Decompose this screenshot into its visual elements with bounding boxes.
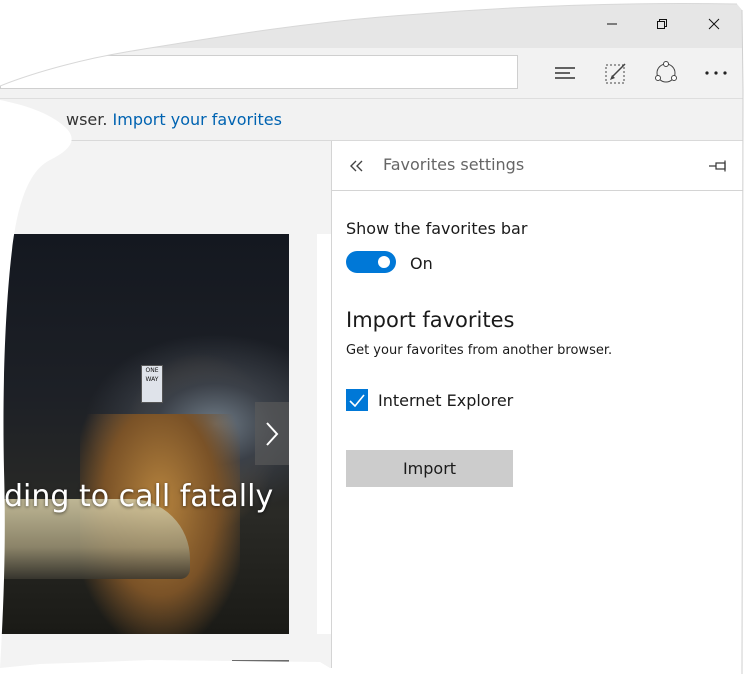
panel-title: Favorites settings bbox=[383, 155, 525, 174]
more-button[interactable] bbox=[700, 58, 732, 88]
chevron-right-icon bbox=[266, 421, 279, 446]
favorites-settings-panel: Favorites settings Show the favorites ba… bbox=[331, 141, 750, 674]
import-favorites-heading: Import favorites bbox=[346, 308, 515, 332]
carousel-headline[interactable]: ding to call fatally bbox=[4, 479, 273, 514]
web-page-content: ONE WAY ding to call fatally bbox=[0, 141, 331, 674]
favorites-bar-message: wser. Import your favorites bbox=[66, 110, 282, 129]
import-favorites-description: Get your favorites from another browser. bbox=[346, 343, 613, 358]
browser-window: wser. Import your favorites ONE WAY ding… bbox=[0, 0, 750, 674]
internet-explorer-label[interactable]: Internet Explorer bbox=[378, 391, 513, 410]
share-button[interactable] bbox=[650, 58, 682, 88]
import-favorites-link[interactable]: Import your favorites bbox=[113, 110, 282, 129]
carousel-indicator bbox=[232, 660, 289, 665]
web-note-icon bbox=[605, 63, 626, 84]
close-button[interactable] bbox=[691, 8, 737, 40]
minimize-button[interactable] bbox=[589, 8, 635, 40]
adjacent-card bbox=[317, 234, 331, 634]
browser-toolbar bbox=[0, 48, 750, 99]
double-chevron-left-icon bbox=[350, 160, 363, 172]
news-carousel[interactable]: ONE WAY ding to call fatally bbox=[0, 234, 289, 634]
address-bar[interactable] bbox=[0, 55, 518, 89]
favorites-bar-text: wser. bbox=[66, 110, 113, 129]
favorites-bar: wser. Import your favorites bbox=[0, 99, 750, 141]
title-bar bbox=[0, 0, 750, 48]
hub-icon bbox=[555, 67, 575, 79]
restore-button[interactable] bbox=[639, 8, 685, 40]
panel-header: Favorites settings bbox=[332, 141, 750, 191]
pin-button[interactable] bbox=[704, 153, 734, 179]
carousel-next-button[interactable] bbox=[255, 402, 289, 465]
restore-icon bbox=[657, 19, 667, 29]
hub-button[interactable] bbox=[549, 58, 581, 88]
checkmark-icon bbox=[349, 393, 365, 407]
import-button[interactable]: Import bbox=[346, 450, 513, 487]
toggle-knob bbox=[378, 256, 390, 268]
back-button[interactable] bbox=[344, 153, 370, 179]
share-icon bbox=[655, 61, 677, 83]
internet-explorer-checkbox[interactable] bbox=[346, 389, 368, 411]
more-icon bbox=[705, 71, 727, 75]
toggle-state-label: On bbox=[410, 254, 433, 273]
show-favorites-bar-label: Show the favorites bar bbox=[346, 219, 528, 238]
minimize-icon bbox=[607, 23, 617, 25]
favorites-bar-toggle[interactable] bbox=[346, 251, 396, 273]
pin-icon bbox=[709, 160, 726, 172]
web-note-button[interactable] bbox=[600, 58, 632, 88]
close-icon bbox=[708, 18, 720, 30]
photo-street-sign: ONE WAY bbox=[141, 365, 163, 403]
